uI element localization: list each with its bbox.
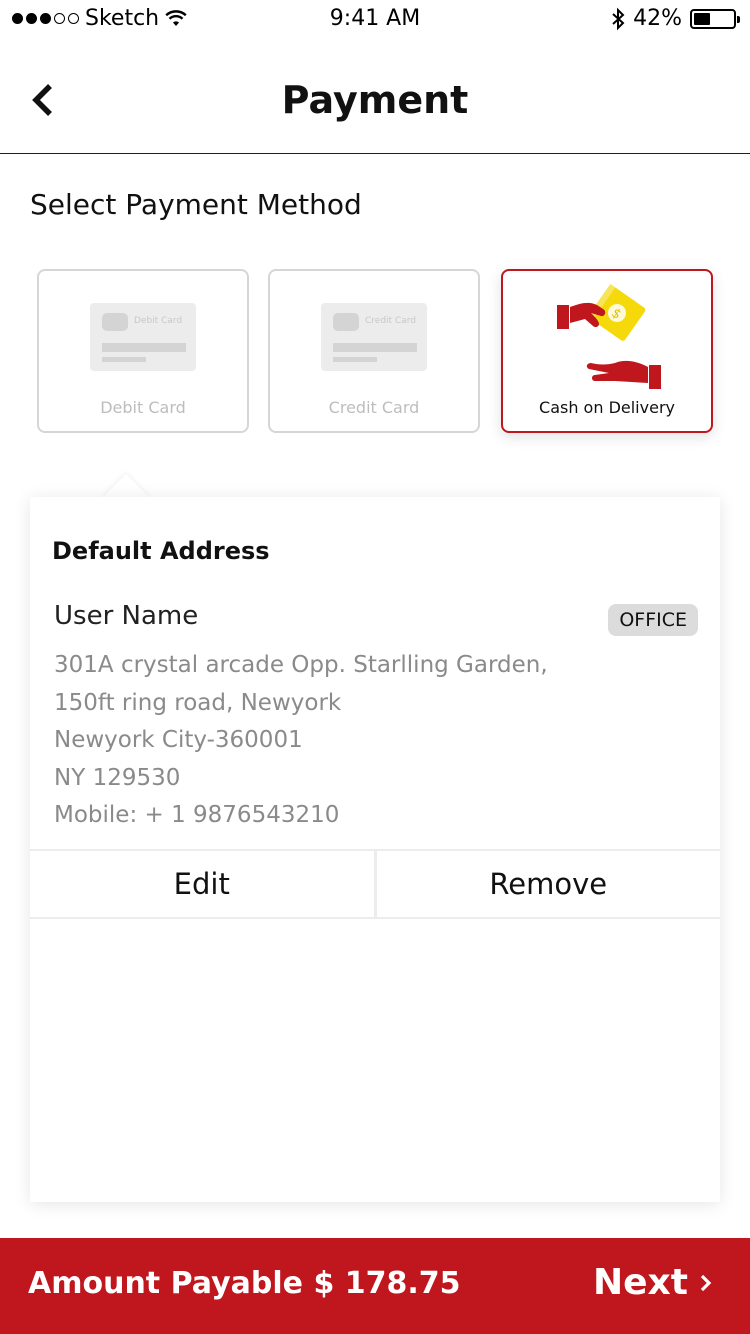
next-button[interactable]: Next (593, 1262, 714, 1303)
address-heading: Default Address (52, 537, 270, 565)
method-label: Debit Card (100, 398, 186, 417)
method-label: Cash on Delivery (539, 398, 675, 417)
card-illustration: Credit Card (321, 303, 427, 371)
address-panel: Default Address User Name OFFICE 301A cr… (30, 497, 720, 1202)
method-cash-on-delivery[interactable]: $ Cash on Delivery (501, 269, 713, 433)
address-actions: Edit Remove (30, 849, 720, 919)
payment-methods: Debit Card Debit Card Credit Card Credit… (37, 269, 713, 433)
battery-icon (690, 8, 740, 29)
remove-button[interactable]: Remove (377, 851, 721, 917)
card-illustration: Debit Card (90, 303, 196, 371)
battery-percent: 42% (633, 6, 682, 31)
status-bar: Sketch 9:41 AM 42% (0, 0, 750, 40)
chevron-right-icon (700, 1274, 712, 1291)
amount-payable: Amount Payable $ 178.75 (28, 1266, 461, 1301)
user-name: User Name (54, 601, 199, 631)
method-label: Credit Card (328, 398, 420, 417)
status-right: 42% (611, 6, 740, 31)
address-line: 150ft ring road, Newyork (54, 689, 342, 716)
nav-header: Payment (0, 40, 750, 154)
card-chip (102, 313, 128, 331)
battery-fill (694, 12, 710, 25)
cash-hand-icon: $ (557, 283, 661, 389)
card-illustration-text: Credit Card (365, 316, 416, 326)
address-line: 301A crystal arcade Opp. Starlling Garde… (54, 652, 548, 678)
panel-pointer (102, 474, 150, 498)
section-title: Select Payment Method (30, 188, 362, 221)
bottom-bar: Amount Payable $ 178.75 Next (0, 1238, 750, 1334)
address-line: Newyork City-360001 (54, 727, 303, 753)
address-tag-badge: OFFICE (608, 604, 698, 636)
method-debit-card[interactable]: Debit Card Debit Card (37, 269, 249, 433)
card-chip (333, 313, 359, 331)
mobile-number: Mobile: + 1 9876543210 (54, 802, 340, 828)
bluetooth-icon (612, 7, 625, 30)
edit-button[interactable]: Edit (30, 851, 377, 917)
card-illustration-text: Debit Card (134, 316, 183, 326)
method-credit-card[interactable]: Credit Card Credit Card (268, 269, 480, 433)
next-label: Next (593, 1262, 688, 1303)
address-line: NY 129530 (54, 764, 181, 791)
address-lines: 301A crystal arcade Opp. Starlling Garde… (54, 647, 548, 835)
page-title: Payment (281, 78, 469, 122)
